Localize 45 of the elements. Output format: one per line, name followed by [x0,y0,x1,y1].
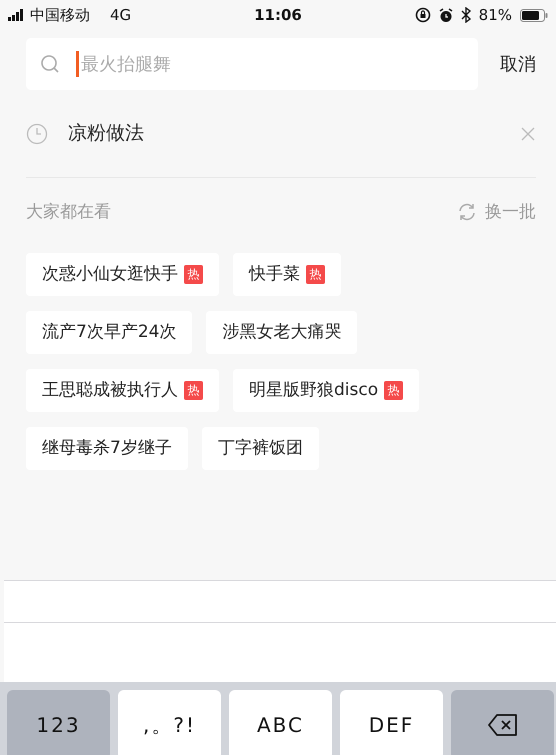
delete-icon [488,714,518,736]
section-title: 大家都在看 [26,201,111,224]
tag-label: 王思聪成被执行人 [42,378,178,402]
signal-icon [8,9,26,21]
text-cursor [76,51,79,77]
tag-button[interactable]: 王思聪成被执行人 热 [26,369,219,412]
tag-label: 明星版野狼disco [249,378,378,402]
clock-icon [26,122,48,144]
tag-label: 丁字裤饭团 [218,436,303,460]
keyboard-key[interactable]: 123 [7,690,110,755]
tag-button[interactable]: 继母毒杀7岁继子 [26,427,188,470]
clock: 11:06 [253,4,303,26]
keyboard-key[interactable]: DEF [340,690,443,755]
hot-badge: 热 [384,381,404,400]
hot-badge: 热 [306,265,325,284]
tag-label: 次惑小仙女逛快手 [42,262,178,286]
tag-button[interactable]: 明星版野狼disco 热 [233,369,420,412]
tag-label: 继母毒杀7岁继子 [42,436,172,460]
network-type: 4G [110,4,132,26]
carrier-name: 中国移动 [30,4,90,26]
refresh-icon [457,202,477,222]
keyboard-key[interactable]: ABC [229,690,332,755]
tag-label: 快手菜 [249,262,300,286]
history-entry[interactable]: 凉粉做法 [68,119,520,148]
tag-button[interactable]: 快手菜 热 [233,253,341,296]
hot-badge: 热 [184,381,203,400]
search-icon [40,54,60,74]
battery-percent: 81% [478,4,512,26]
tag-button[interactable]: 流产7次早产24次 [26,311,192,354]
alarm-icon [438,8,453,22]
close-icon [520,126,536,142]
tag-button[interactable]: 丁字裤饭团 [202,427,319,470]
bluetooth-icon [460,7,471,23]
tag-label: 流产7次早产24次 [42,320,176,344]
hot-badge: 热 [184,265,203,284]
tag-button[interactable]: 次惑小仙女逛快手 热 [26,253,219,296]
tag-button[interactable]: 涉黑女老大痛哭 [206,311,358,354]
keyboard-key[interactable]: ,。?! [118,690,221,755]
tag-label: 涉黑女老大痛哭 [222,320,342,344]
battery-icon [520,8,548,22]
delete-key[interactable] [451,690,554,755]
cancel-button[interactable]: 取消 [500,50,536,78]
search-input[interactable]: 最火抬腿舞 [79,50,439,78]
search-field[interactable]: 最火抬腿舞 [26,38,478,90]
rotation-lock-icon [414,7,431,23]
